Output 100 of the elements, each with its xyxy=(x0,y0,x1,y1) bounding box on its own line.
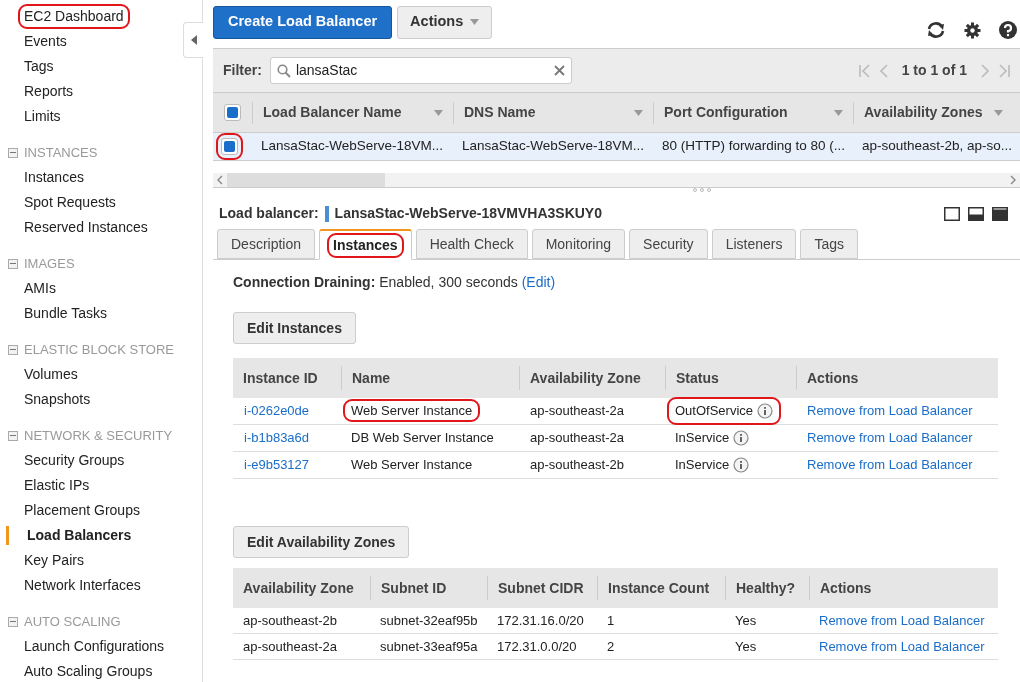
column-header: Instance Count xyxy=(608,578,710,598)
table-cell-text: 80 (HTTP) forwarding to 80 (... xyxy=(661,137,847,156)
tab[interactable]: Tags xyxy=(800,229,858,259)
column-header: Availability Zone xyxy=(530,368,641,388)
column-header: Healthy? xyxy=(736,578,796,598)
sidebar-item[interactable]: Events xyxy=(20,31,71,52)
table-cell-text: 172.31.16.0/20 xyxy=(496,611,585,630)
sidebar-item[interactable]: Network Interfaces xyxy=(20,575,145,596)
sidebar-item[interactable]: Bundle Tasks xyxy=(20,303,111,324)
sidebar-item[interactable]: Launch Configurations xyxy=(20,636,169,657)
status-text: OutOfService xyxy=(675,402,754,421)
sort-icon xyxy=(994,109,1003,116)
horizontal-scrollbar[interactable] xyxy=(213,173,1020,187)
create-load-balancer-button[interactable]: Create Load Balancer xyxy=(213,5,393,39)
collapse-sidebar-button[interactable] xyxy=(183,22,203,58)
info-icon[interactable] xyxy=(733,457,750,473)
tab[interactable]: Listeners xyxy=(711,229,797,259)
collapse-icon[interactable] xyxy=(8,147,18,158)
section-heading: IMAGES xyxy=(24,254,75,273)
sidebar-item[interactable]: Placement Groups xyxy=(20,500,144,521)
column-header: Name xyxy=(352,368,391,388)
edit-link[interactable]: (Edit) xyxy=(521,274,556,290)
sidebar-item[interactable]: Instances xyxy=(20,167,88,188)
sidebar-item[interactable]: Volumes xyxy=(20,364,82,385)
edit-instances-button[interactable]: Edit Instances xyxy=(233,312,356,344)
info-icon[interactable] xyxy=(757,403,774,419)
table-cell-text: ap-southeast-2b, ap-so... xyxy=(861,137,1012,156)
remove-link[interactable]: Remove from Load Balancer xyxy=(796,428,984,448)
sidebar-item[interactable]: AMIs xyxy=(20,278,60,299)
tab[interactable]: Description xyxy=(217,229,316,259)
section-heading: INSTANCES xyxy=(24,143,98,162)
panel-layout-icon[interactable] xyxy=(992,206,1008,221)
panel-layout-icon[interactable] xyxy=(944,206,960,221)
edit-availability-zones-button[interactable]: Edit Availability Zones xyxy=(233,526,410,558)
table-row[interactable]: LansaStac-WebServe-18VM... LansaStac-WebServe-18VM... 80 (HTTP) forwarding to 80 (... ap-southeast-2b, ap-so... xyxy=(213,133,1020,161)
collapse-icon[interactable] xyxy=(8,430,18,441)
info-icon[interactable] xyxy=(733,430,750,446)
table-cell-text: subnet-32eaf95b xyxy=(379,611,479,630)
sidebar-item[interactable]: Spot Requests xyxy=(20,192,120,213)
instance-id-link[interactable]: i-e9b53127 xyxy=(233,455,341,475)
checkbox[interactable] xyxy=(221,138,238,155)
table-cell-text: LansaStac-WebServe-18VM... xyxy=(461,137,646,156)
remove-link[interactable]: Remove from Load Balancer xyxy=(796,455,984,475)
collapse-icon[interactable] xyxy=(8,616,18,627)
pager-text: 1 to 1 of 1 xyxy=(901,61,967,80)
remove-link[interactable]: Remove from Load Balancer xyxy=(809,610,995,631)
column-header: Actions xyxy=(820,578,872,598)
sidebar-item[interactable]: Reserved Instances xyxy=(20,217,152,238)
sidebar-item[interactable]: EC2 Dashboard xyxy=(20,6,128,27)
panel-layout-icon[interactable] xyxy=(968,206,984,221)
filter-field[interactable]: lansaStac xyxy=(269,57,572,84)
help-icon[interactable] xyxy=(999,21,1017,39)
remove-link[interactable]: Remove from Load Balancer xyxy=(796,401,984,421)
table-cell-text: ap-southeast-2a xyxy=(529,402,625,421)
sidebar-item[interactable]: Load Balancers xyxy=(23,525,136,546)
tab[interactable]: Monitoring xyxy=(531,229,626,259)
sidebar-item[interactable]: Security Groups xyxy=(20,450,129,471)
column-header[interactable]: DNS Name xyxy=(464,102,536,123)
sort-icon xyxy=(434,109,443,116)
sidebar-item[interactable]: Reports xyxy=(20,81,78,102)
sidebar-item[interactable]: Tags xyxy=(20,56,58,77)
tab[interactable]: Health Check xyxy=(415,229,528,259)
column-header[interactable]: Availability Zones xyxy=(864,102,983,123)
sidebar-item[interactable]: Elastic IPs xyxy=(20,475,94,496)
table-cell-text: subnet-33eaf95a xyxy=(379,637,479,656)
sidebar-item[interactable]: Snapshots xyxy=(20,389,95,410)
sidebar-item[interactable]: Auto Scaling Groups xyxy=(20,661,157,682)
column-header: Actions xyxy=(807,368,859,388)
settings-icon[interactable] xyxy=(964,21,981,39)
table-cell-text: Web Server Instance xyxy=(350,456,474,475)
instance-id-link[interactable]: i-0262e0de xyxy=(233,401,341,421)
sidebar-item[interactable]: Key Pairs xyxy=(20,550,88,571)
column-header[interactable]: Port Configuration xyxy=(664,102,788,123)
collapse-icon[interactable] xyxy=(8,344,18,355)
refresh-icon[interactable] xyxy=(926,21,946,39)
instance-id-link[interactable]: i-b1b83a6d xyxy=(233,428,341,448)
status-text: InService xyxy=(675,456,730,475)
clear-icon[interactable] xyxy=(553,65,565,76)
column-header[interactable]: Load Balancer Name xyxy=(263,102,402,123)
section-heading: NETWORK & SECURITY xyxy=(24,426,173,445)
section-heading: AUTO SCALING xyxy=(24,612,121,631)
table-cell-text: ap-southeast-2a xyxy=(242,637,338,656)
tab[interactable]: Security xyxy=(629,229,708,259)
column-header: Availability Zone xyxy=(243,578,354,598)
remove-link[interactable]: Remove from Load Balancer xyxy=(809,636,995,657)
tab-label: Monitoring xyxy=(544,234,613,254)
tab-label: Tags xyxy=(813,234,845,254)
tab[interactable]: Instances xyxy=(319,229,412,260)
table-cell-text: Yes xyxy=(734,637,758,656)
table-cell-text: 2 xyxy=(606,637,616,656)
status-text: InService xyxy=(675,429,730,448)
load-balancer-name: LansaStac-WebServe-18VMVHA3SKUY0 xyxy=(334,204,602,223)
actions-button[interactable]: Actions xyxy=(397,5,493,39)
column-header: Subnet ID xyxy=(381,578,447,598)
tab-label: Instances xyxy=(329,234,402,256)
sidebar-item[interactable]: Limits xyxy=(20,106,65,127)
collapse-icon[interactable] xyxy=(8,258,18,269)
table-cell-text: ap-southeast-2b xyxy=(242,611,338,630)
table-cell: Web Server Instance xyxy=(345,401,479,421)
checkbox[interactable] xyxy=(224,104,241,121)
